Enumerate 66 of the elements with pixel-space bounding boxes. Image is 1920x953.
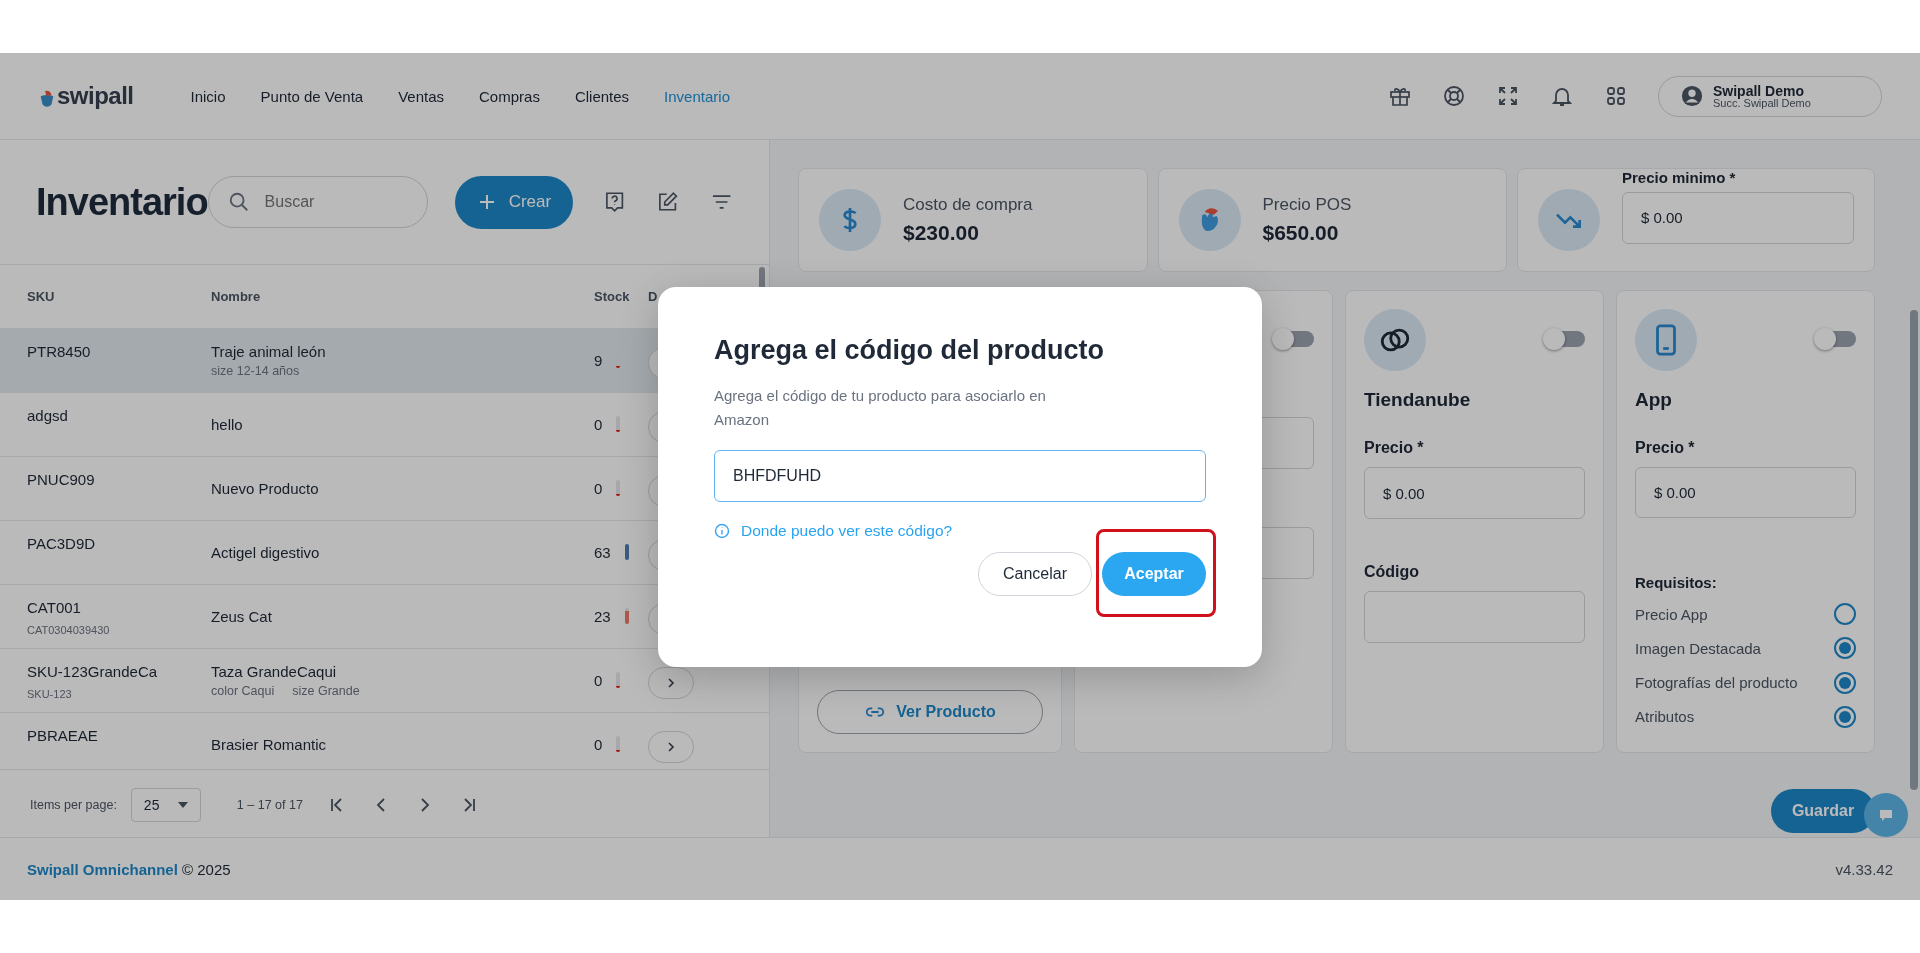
version-text: v4.33.42: [1835, 860, 1893, 878]
page-size-select[interactable]: 25: [130, 788, 201, 822]
product-name: Zeus Cat: [211, 607, 273, 625]
sku-text: SKU-123GrandeCa: [27, 663, 159, 680]
sku-text: PNUC909: [27, 471, 96, 488]
footer-copyright: Swipall Omnichannel © 2025: [27, 860, 231, 878]
sku-text: PTR8450: [27, 343, 92, 360]
product-name: hello: [211, 415, 244, 433]
sku-subtext: CAT0304039430: [27, 624, 111, 636]
sku-text: PBRAEAE: [27, 727, 99, 744]
column-header: SKU: [26, 289, 56, 304]
stock-value: 23: [594, 607, 611, 625]
requirements-heading: Requisitos:: [1635, 573, 1718, 591]
nav-link[interactable]: Punto de Venta: [260, 87, 364, 105]
channel-name: App: [1635, 389, 1673, 411]
nav-link[interactable]: Clientes: [574, 87, 630, 105]
cancel-button[interactable]: Cancelar: [978, 552, 1092, 596]
nav-link[interactable]: Compras: [479, 87, 540, 105]
dialog-text: Agrega el código de tu producto para asociarlo en Amazon: [714, 386, 1047, 430]
stat-label: Costo de compra: [903, 195, 1033, 215]
nav-link[interactable]: Inicio: [190, 87, 226, 105]
stat-value: $650.00: [1262, 221, 1340, 245]
price-field[interactable]: $ 0.00: [1635, 467, 1856, 518]
sku-text: adgsd: [27, 407, 69, 424]
page-title: Inventario: [36, 180, 208, 224]
product-name: Nuevo Producto: [211, 479, 320, 497]
requirement-label: Fotografías del producto: [1635, 674, 1798, 692]
dialog-title: Agrega el código del producto: [714, 335, 1106, 366]
nav-link[interactable]: Ventas: [398, 87, 445, 105]
page-range: 1 – 17 of 17: [236, 798, 303, 812]
requirement-label: Imagen Destacada: [1635, 639, 1761, 657]
product-name: Actigel digestivo: [211, 543, 321, 561]
stock-value: 0: [594, 735, 603, 753]
field-label: Código: [1364, 563, 1421, 581]
field-label: Precio *: [1635, 439, 1696, 457]
variant-text: size 12-14 años: [211, 364, 300, 378]
column-header: Nombre: [211, 289, 262, 304]
product-name: Taza GrandeCaqui: [211, 663, 338, 680]
code-input[interactable]: BHFDFUHD: [714, 450, 1206, 502]
channel-name: Tiendanube: [1364, 389, 1472, 411]
column-header: Stock: [594, 289, 631, 304]
price-field[interactable]: $ 0.00: [1622, 191, 1854, 244]
stock-value: 0: [594, 479, 603, 497]
user-name: Swipall Demo: [1713, 83, 1806, 98]
stat-label: Precio POS: [1262, 195, 1352, 215]
stock-value: 0: [594, 671, 603, 689]
logo-text: swipall: [57, 82, 134, 110]
requirement-label: Atributos: [1635, 708, 1695, 726]
sku-text: PAC3D9D: [27, 535, 97, 552]
stock-value: 0: [594, 415, 603, 433]
variant-text: size Grande: [292, 684, 360, 698]
stock-value: 9: [594, 351, 603, 369]
stock-value: 63: [594, 543, 611, 561]
stat-value: $230.00: [903, 221, 980, 245]
stat-label: Precio minimo *: [1622, 168, 1737, 186]
product-name: Brasier Romantic: [211, 735, 328, 753]
sku-text: CAT001: [27, 599, 82, 616]
product-name: Traje animal león: [211, 343, 327, 360]
search-field[interactable]: Buscar: [207, 176, 428, 228]
field-label: Precio *: [1364, 439, 1425, 457]
requirement-label: Precio App: [1635, 605, 1708, 623]
sku-subtext: SKU-123: [27, 688, 73, 700]
items-per-page-label: Items per page:: [30, 798, 117, 812]
column-header: D: [648, 289, 659, 304]
price-field[interactable]: $ 0.00: [1364, 467, 1585, 519]
variant-text: color Caqui: [211, 684, 275, 698]
